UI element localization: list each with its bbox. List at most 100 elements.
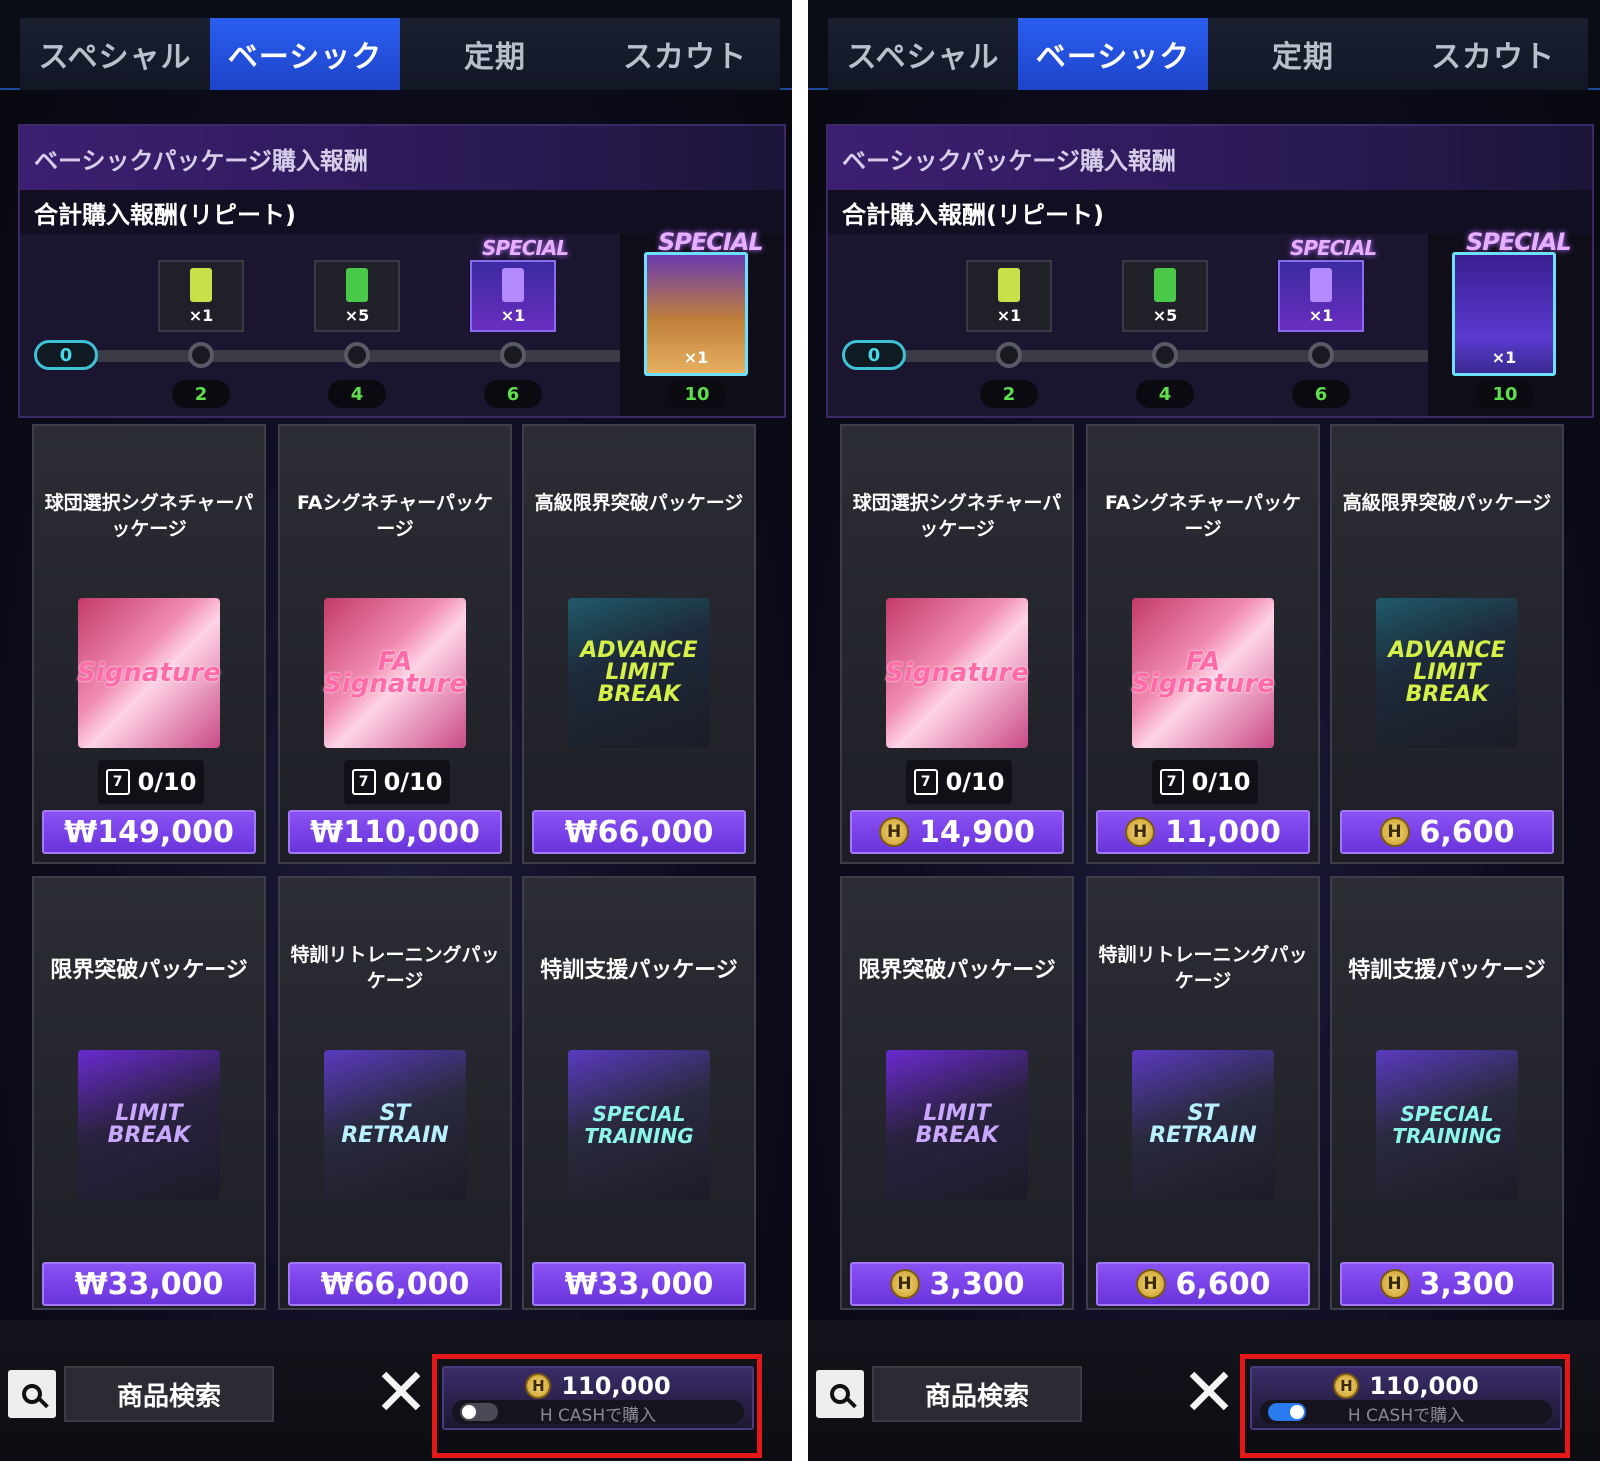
package-title: 球団選択シグネチャーパッケージ — [44, 492, 254, 540]
milestone-label: 4 — [328, 380, 386, 408]
package-box-image: FA Signature — [1131, 598, 1275, 748]
advanced-limit-break-package[interactable]: 高級限界突破パッケージ ADVANCE LIMIT BREAK ₩66,000 — [522, 424, 756, 864]
counter-value: 0/10 — [1191, 768, 1251, 796]
rewards-title: ベーシックパッケージ購入報酬 — [20, 126, 784, 190]
progress-start-value: 0 — [34, 340, 98, 370]
milestone-reward-card[interactable]: ×1 — [470, 260, 556, 332]
highlight-box — [432, 1354, 762, 1458]
tab-bar: スペシャル ベーシック 定期 スカウト — [808, 0, 1600, 90]
reward-ticket-icon — [998, 267, 1020, 302]
progress-start-value: 0 — [842, 340, 906, 370]
milestone-label: 2 — [980, 380, 1038, 408]
product-search-button[interactable]: 商品検索 — [872, 1366, 1082, 1422]
close-icon[interactable]: ✕ — [366, 1358, 436, 1428]
price-button[interactable]: H 6,600 — [1340, 810, 1554, 854]
package-box-image: Signature — [77, 598, 221, 748]
limit-break-package[interactable]: 限界突破パッケージ LIMIT BREAK ₩33,000 — [32, 876, 266, 1310]
special-training-support-package[interactable]: 特訓支援パッケージ SPECIAL TRAINING ₩33,000 — [522, 876, 756, 1310]
tab-periodic[interactable]: 定期 — [400, 18, 590, 90]
special-training-support-package[interactable]: 特訓支援パッケージ SPECIAL TRAINING H 3,300 — [1330, 876, 1564, 1310]
milestone-node — [1308, 342, 1334, 368]
milestone-node — [996, 342, 1022, 368]
tab-scout[interactable]: スカウト — [1398, 18, 1588, 90]
price-button[interactable]: ₩110,000 — [288, 810, 502, 854]
milestone-label: 10 — [1476, 380, 1534, 408]
milestone-reward-card[interactable]: ×1 — [966, 260, 1052, 332]
search-button[interactable] — [816, 1370, 864, 1418]
limit-break-package[interactable]: 限界突破パッケージ LIMIT BREAK H 3,300 — [840, 876, 1074, 1310]
reward-ticket-icon — [502, 267, 524, 302]
price-value: ₩33,000 — [564, 1266, 714, 1302]
club-select-signature-package[interactable]: 球団選択シグネチャーパッケージ Signature 7 0/10 ₩149,000 — [32, 424, 266, 864]
price-value: 3,300 — [929, 1266, 1025, 1302]
price-button[interactable]: ₩66,000 — [288, 1262, 502, 1306]
purchase-rewards-panel: ベーシックパッケージ購入報酬 合計購入報酬(リピート) 0 2 ×1 4 ×5 6 ×1 SPEC… — [18, 124, 786, 418]
purchase-rewards-panel: ベーシックパッケージ購入報酬 合計購入報酬(リピート) 0 2 ×1 4 ×5 6 ×1 SPEC… — [826, 124, 1594, 418]
special-retrain-package[interactable]: 特訓リトレーニングパッケージ ST RETRAIN H 6,600 — [1086, 876, 1320, 1310]
tab-scout[interactable]: スカウト — [590, 18, 780, 90]
price-value: ₩149,000 — [64, 814, 234, 850]
tab-basic[interactable]: ベーシック — [210, 18, 400, 90]
milestone-reward-card[interactable]: ×5 — [1122, 260, 1208, 332]
purchase-limit-counter: 7 0/10 — [906, 760, 1012, 804]
tab-special[interactable]: スペシャル — [20, 18, 210, 90]
product-search-button[interactable]: 商品検索 — [64, 1366, 274, 1422]
h-coin-icon: H — [879, 817, 910, 847]
package-title: FAシグネチャーパッケージ — [1104, 492, 1302, 540]
advanced-limit-break-package[interactable]: 高級限界突破パッケージ ADVANCE LIMIT BREAK H 6,600 — [1330, 424, 1564, 864]
h-coin-icon: H — [1135, 1269, 1166, 1299]
package-box-image: ST RETRAIN — [1132, 1050, 1274, 1200]
price-value: 6,600 — [1419, 814, 1515, 850]
package-box-image: Signature — [885, 598, 1029, 748]
purchase-limit-counter: 7 0/10 — [1152, 760, 1258, 804]
reward-ticket-icon — [1310, 267, 1332, 302]
fa-signature-package[interactable]: FAシグネチャーパッケージ FA Signature 7 0/10 H 11,000 — [1086, 424, 1320, 864]
milestone-reward-card[interactable]: ×5 — [314, 260, 400, 332]
price-button[interactable]: H 11,000 — [1096, 810, 1310, 854]
milestone-label: 4 — [1136, 380, 1194, 408]
special-retrain-package[interactable]: 特訓リトレーニングパッケージ ST RETRAIN ₩66,000 — [278, 876, 512, 1310]
package-title: 特訓リトレーニングパッケージ — [1098, 944, 1308, 992]
tab-bar: スペシャル ベーシック 定期 スカウト — [0, 0, 792, 90]
price-button[interactable]: ₩33,000 — [42, 1262, 256, 1306]
search-icon — [830, 1384, 850, 1404]
calendar-icon: 7 — [351, 769, 376, 795]
final-milestone-reward[interactable]: SPECIAL ×1 10 — [1428, 228, 1592, 416]
milestone-node — [1152, 342, 1178, 368]
tab-special[interactable]: スペシャル — [828, 18, 1018, 90]
search-button[interactable] — [8, 1370, 56, 1418]
final-milestone-reward[interactable]: SPECIAL ×1 10 — [620, 228, 784, 416]
package-box-image: FA Signature — [323, 598, 467, 748]
reward-quantity: ×5 — [1152, 305, 1178, 325]
milestone-label: 2 — [172, 380, 230, 408]
package-title: 高級限界突破パッケージ — [534, 492, 744, 514]
milestone-reward-card[interactable]: ×1 — [158, 260, 244, 332]
fa-signature-package[interactable]: FAシグネチャーパッケージ FA Signature 7 0/10 ₩110,000 — [278, 424, 512, 864]
shop-panel-left: スペシャル ベーシック 定期 スカウト ベーシックパッケージ購入報酬 合計購入報酬(リピー… — [0, 0, 792, 1461]
calendar-icon: 7 — [1159, 769, 1184, 795]
price-value: ₩110,000 — [310, 814, 480, 850]
price-value: ₩66,000 — [320, 1266, 470, 1302]
reward-ticket-icon — [1154, 267, 1176, 302]
tab-periodic[interactable]: 定期 — [1208, 18, 1398, 90]
price-value: ₩66,000 — [564, 814, 714, 850]
price-button[interactable]: ₩149,000 — [42, 810, 256, 854]
club-select-signature-package[interactable]: 球団選択シグネチャーパッケージ Signature 7 0/10 H 14,900 — [840, 424, 1074, 864]
milestone-reward-card[interactable]: ×1 — [1278, 260, 1364, 332]
package-box-image: LIMIT BREAK — [886, 1050, 1028, 1200]
calendar-icon: 7 — [105, 769, 130, 795]
price-button[interactable]: ₩33,000 — [532, 1262, 746, 1306]
price-button[interactable]: H 3,300 — [1340, 1262, 1554, 1306]
price-button[interactable]: ₩66,000 — [532, 810, 746, 854]
price-button[interactable]: H 14,900 — [850, 810, 1064, 854]
package-box-image: SPECIAL TRAINING — [568, 1050, 710, 1200]
package-title: 高級限界突破パッケージ — [1342, 492, 1552, 514]
price-value: 14,900 — [919, 814, 1035, 850]
price-button[interactable]: H 3,300 — [850, 1262, 1064, 1306]
tab-basic[interactable]: ベーシック — [1018, 18, 1208, 90]
package-box-image: ADVANCE LIMIT BREAK — [1376, 598, 1518, 748]
h-coin-icon: H — [1125, 817, 1156, 847]
price-button[interactable]: H 6,600 — [1096, 1262, 1310, 1306]
close-icon[interactable]: ✕ — [1174, 1358, 1244, 1428]
package-box-image: SPECIAL TRAINING — [1376, 1050, 1518, 1200]
